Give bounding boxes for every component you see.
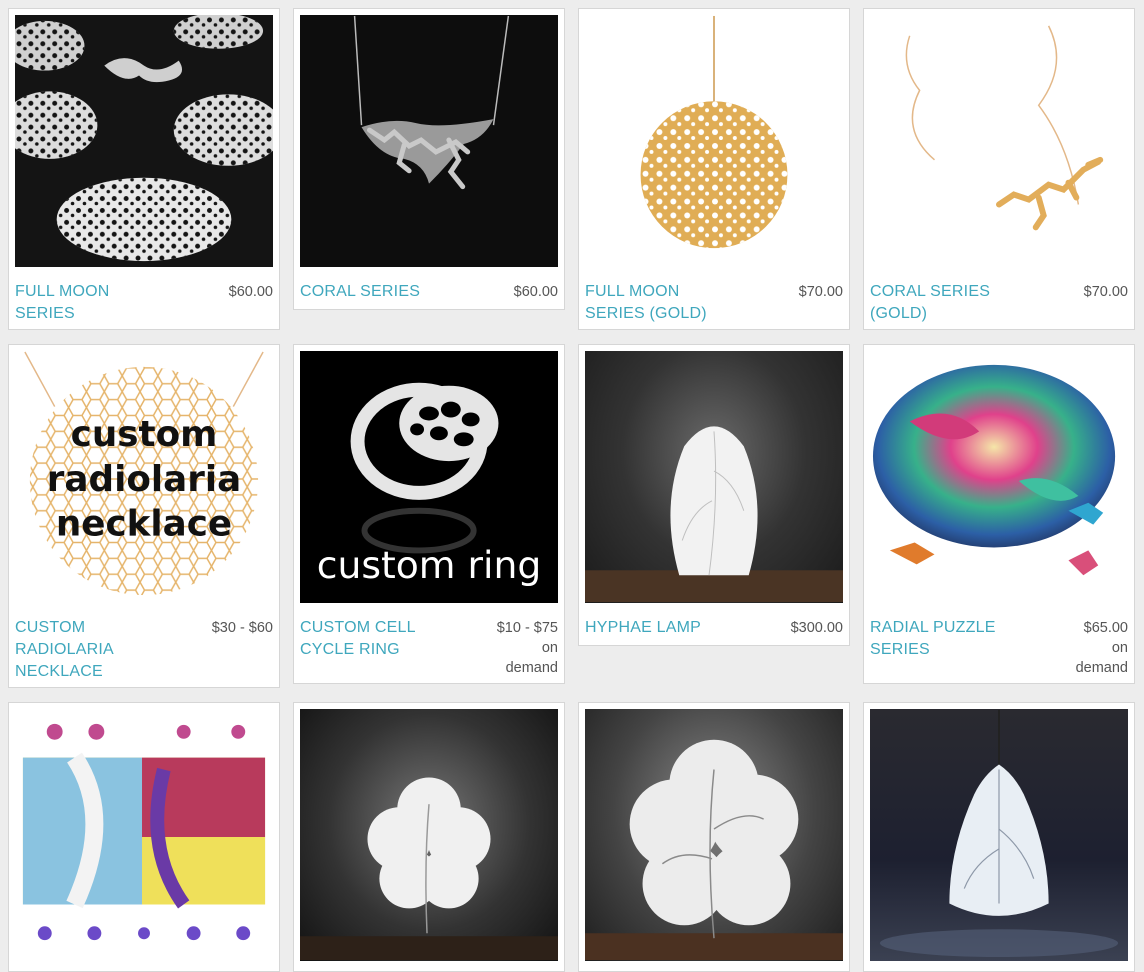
image-text-line-1: custom [71,414,218,455]
product-image-coral-gold[interactable] [870,15,1128,267]
image-text-line-2: radiolaria [47,459,241,500]
large-cloud-lamp-image [585,739,843,961]
product-card-coral[interactable]: CORAL SERIES $60.00 [293,8,565,310]
product-image-full-moon-gold[interactable] [585,15,843,267]
image-text-line-3: necklace [56,504,232,545]
product-card-coral-gold[interactable]: CORAL SERIES (GOLD) $70.00 [863,8,1135,330]
puzzle-pieces-image [22,723,266,941]
radiolaria-necklace-image: custom radiolaria necklace [24,351,264,596]
product-image-puzzle-pieces[interactable] [15,709,273,961]
product-title-cell-cycle-ring[interactable]: CUSTOM CELL CYCLE RING [300,617,450,661]
full-moon-gold-image [640,15,788,249]
image-text-custom-ring: custom ring [317,543,542,587]
product-image-radial-puzzle[interactable] [870,351,1128,603]
product-price-full-moon-gold: $70.00 [798,284,843,300]
product-title-radial-puzzle[interactable]: RADIAL PUZZLE SERIES [870,617,1020,661]
product-image-cell-cycle-ring[interactable]: custom ring [300,351,558,603]
product-price-hyphae-lamp: $300.00 [790,620,843,636]
product-title-radiolaria[interactable]: CUSTOM RADIOLARIA NECKLACE [15,617,165,683]
product-card-full-moon-gold[interactable]: FULL MOON SERIES (GOLD) $70.00 [578,8,850,330]
product-price-radial-puzzle: $65.00 on demand [1075,620,1128,676]
product-title-full-moon-gold[interactable]: FULL MOON SERIES (GOLD) [585,281,735,325]
product-title-full-moon[interactable]: FULL MOON SERIES [15,281,165,325]
product-image-pendant-lamp[interactable] [870,709,1128,961]
product-card-pendant-lamp[interactable] [863,702,1135,972]
coral-necklace-image [353,15,510,190]
product-price-coral: $60.00 [513,284,558,300]
product-title-hyphae-lamp[interactable]: HYPHAE LAMP [585,617,701,639]
product-price-cell-cycle-ring: $10 - $75 on demand [496,620,558,676]
product-card-lamp-2[interactable] [293,702,565,972]
pendant-lamp-image [879,709,1119,958]
hyphae-lamp-image [585,426,843,603]
product-price-coral-gold: $70.00 [1083,284,1128,300]
product-card-lamp-3[interactable] [578,702,850,972]
product-card-hyphae-lamp[interactable]: HYPHAE LAMP $300.00 [578,344,850,646]
product-image-coral[interactable] [300,15,558,267]
radial-puzzle-image [872,364,1116,576]
cloud-lamp-image [300,777,558,961]
product-card-puzzle-pieces[interactable] [8,702,280,972]
product-card-radiolaria[interactable]: custom radiolaria necklace CUSTOM RADIOL… [8,344,280,688]
product-card-full-moon[interactable]: FULL MOON SERIES $60.00 [8,8,280,330]
product-image-full-moon[interactable] [15,15,273,267]
product-title-coral-gold[interactable]: CORAL SERIES (GOLD) [870,281,1020,325]
product-card-radial-puzzle[interactable]: RADIAL PUZZLE SERIES $65.00 on demand [863,344,1135,684]
product-image-lamp-2[interactable] [300,709,558,961]
product-image-hyphae-lamp[interactable] [585,351,843,603]
full-moon-image [15,15,273,262]
coral-gold-image [905,25,1104,231]
product-price-full-moon: $60.00 [228,284,273,300]
product-image-radiolaria[interactable]: custom radiolaria necklace [15,351,273,603]
product-price-radiolaria: $30 - $60 [211,620,273,636]
product-title-coral[interactable]: CORAL SERIES [300,281,420,303]
ring-image: custom ring [317,382,542,587]
product-image-lamp-3[interactable] [585,709,843,961]
product-card-cell-cycle-ring[interactable]: custom ring CUSTOM CELL CYCLE RING $10 -… [293,344,565,684]
